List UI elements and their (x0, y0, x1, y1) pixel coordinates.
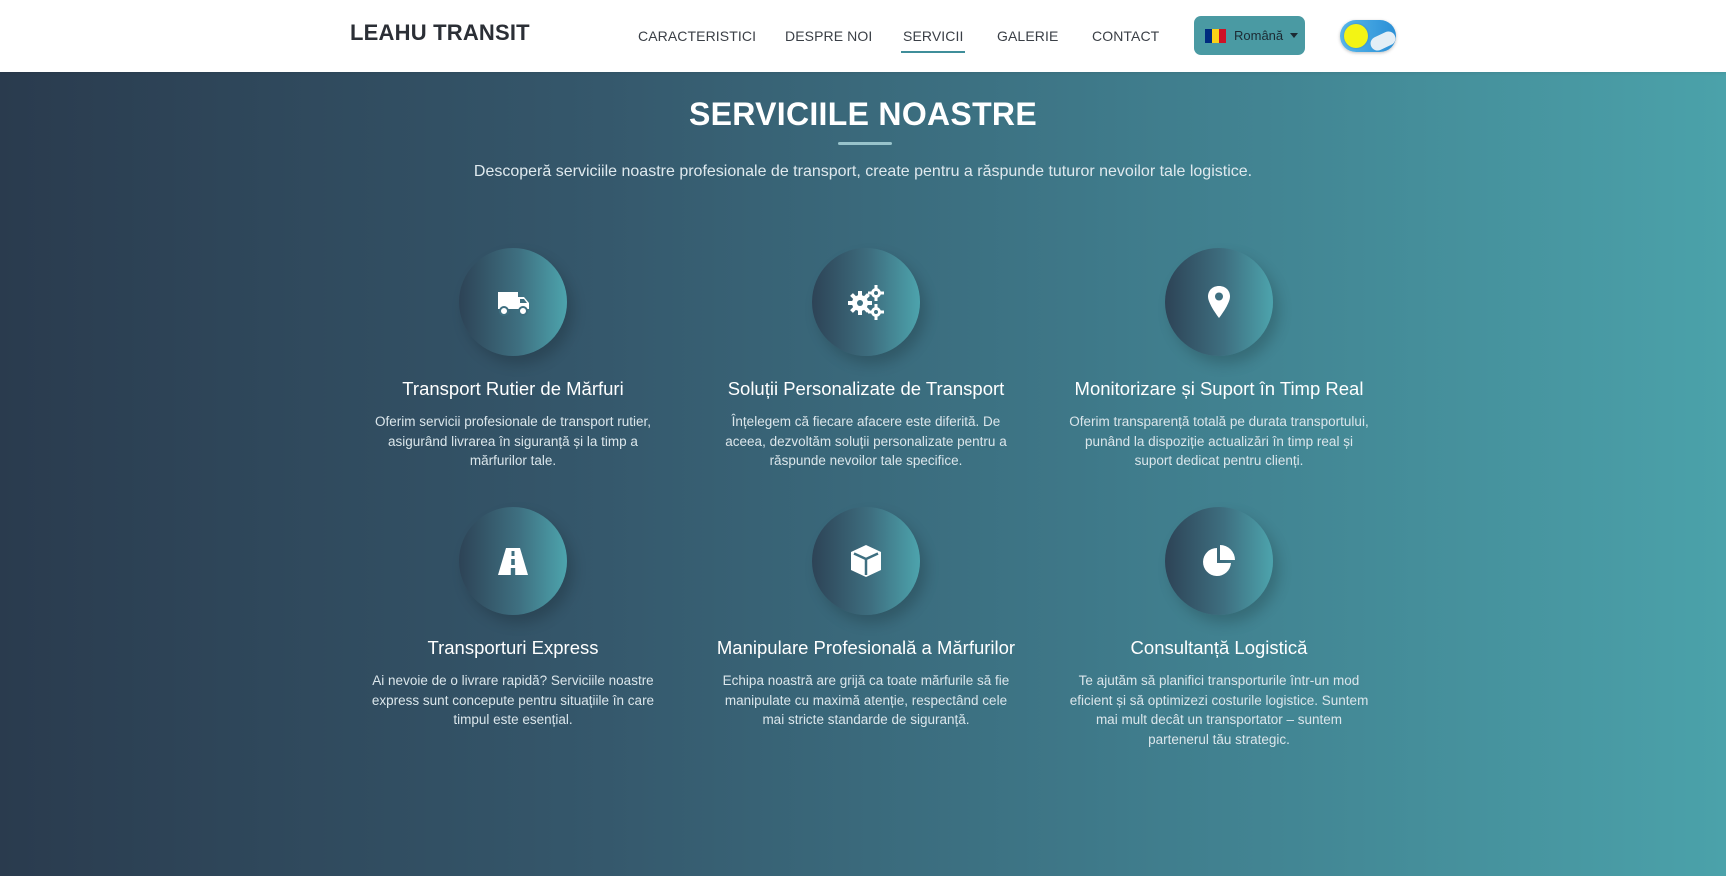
nav-link-servicii[interactable]: SERVICII (900, 28, 966, 53)
service-title: Monitorizare și Suport în Timp Real (1074, 378, 1364, 399)
sun-icon (1344, 24, 1368, 48)
service-text: Te ajutăm să planifici transporturile în… (1069, 673, 1369, 747)
service-text: Înțelegem că fiecare afacere este diferi… (725, 414, 1007, 468)
brand-logo[interactable]: LEAHU TRANSIT (350, 20, 530, 46)
navbar: LEAHU TRANSIT CARACTERISTICI DESPRE NOI … (0, 0, 1726, 72)
icon-circle (459, 507, 567, 615)
romania-flag-icon (1205, 28, 1226, 43)
service-title: Soluții Personalizate de Transport (727, 378, 1005, 399)
section-subtitle: Descoperă serviciile noastre profesional… (473, 163, 1253, 180)
cloud-icon (1368, 29, 1396, 52)
nav-link-galerie[interactable]: GALERIE (997, 28, 1058, 44)
gears-icon (848, 285, 884, 320)
nav-link-despre-noi[interactable]: DESPRE NOI (785, 28, 872, 44)
road-icon (498, 548, 528, 575)
service-text: Echipa noastră are grijă ca toate mărfur… (722, 673, 1010, 727)
service-title: Manipulare Profesională a Mărfurilor (716, 637, 1016, 658)
icon-circle (812, 248, 920, 356)
service-text: Oferim servicii profesionale de transpor… (374, 414, 652, 468)
service-text: Ai nevoie de o livrare rapidă? Serviciil… (371, 673, 655, 727)
theme-toggle[interactable] (1340, 20, 1396, 52)
caret-down-icon (1290, 33, 1299, 38)
icon-circle (459, 248, 567, 356)
nav-link-contact[interactable]: CONTACT (1092, 28, 1159, 44)
truck-icon (498, 292, 529, 316)
service-text: Oferim transparență totală pe durata tra… (1069, 414, 1369, 468)
service-title: Transport Rutier de Mărfuri (402, 378, 624, 399)
pie-chart-icon (1203, 545, 1235, 576)
section-title: SERVICIILE NOASTRE (689, 96, 1037, 132)
icon-circle (1165, 248, 1273, 356)
icon-circle (1165, 507, 1273, 615)
service-title: Consultanță Logistică (1130, 637, 1308, 658)
language-label: Română (1234, 28, 1284, 43)
title-underline (838, 142, 892, 145)
language-dropdown[interactable]: Română (1194, 16, 1305, 55)
map-marker-icon (1208, 286, 1230, 318)
service-title: Transporturi Express (427, 637, 599, 658)
nav-link-caracteristici[interactable]: CARACTERISTICI (638, 28, 756, 44)
icon-circle (812, 507, 920, 615)
services-section: SERVICIILE NOASTRE Descoperă serviciile … (0, 72, 1726, 876)
box-icon (851, 545, 881, 577)
